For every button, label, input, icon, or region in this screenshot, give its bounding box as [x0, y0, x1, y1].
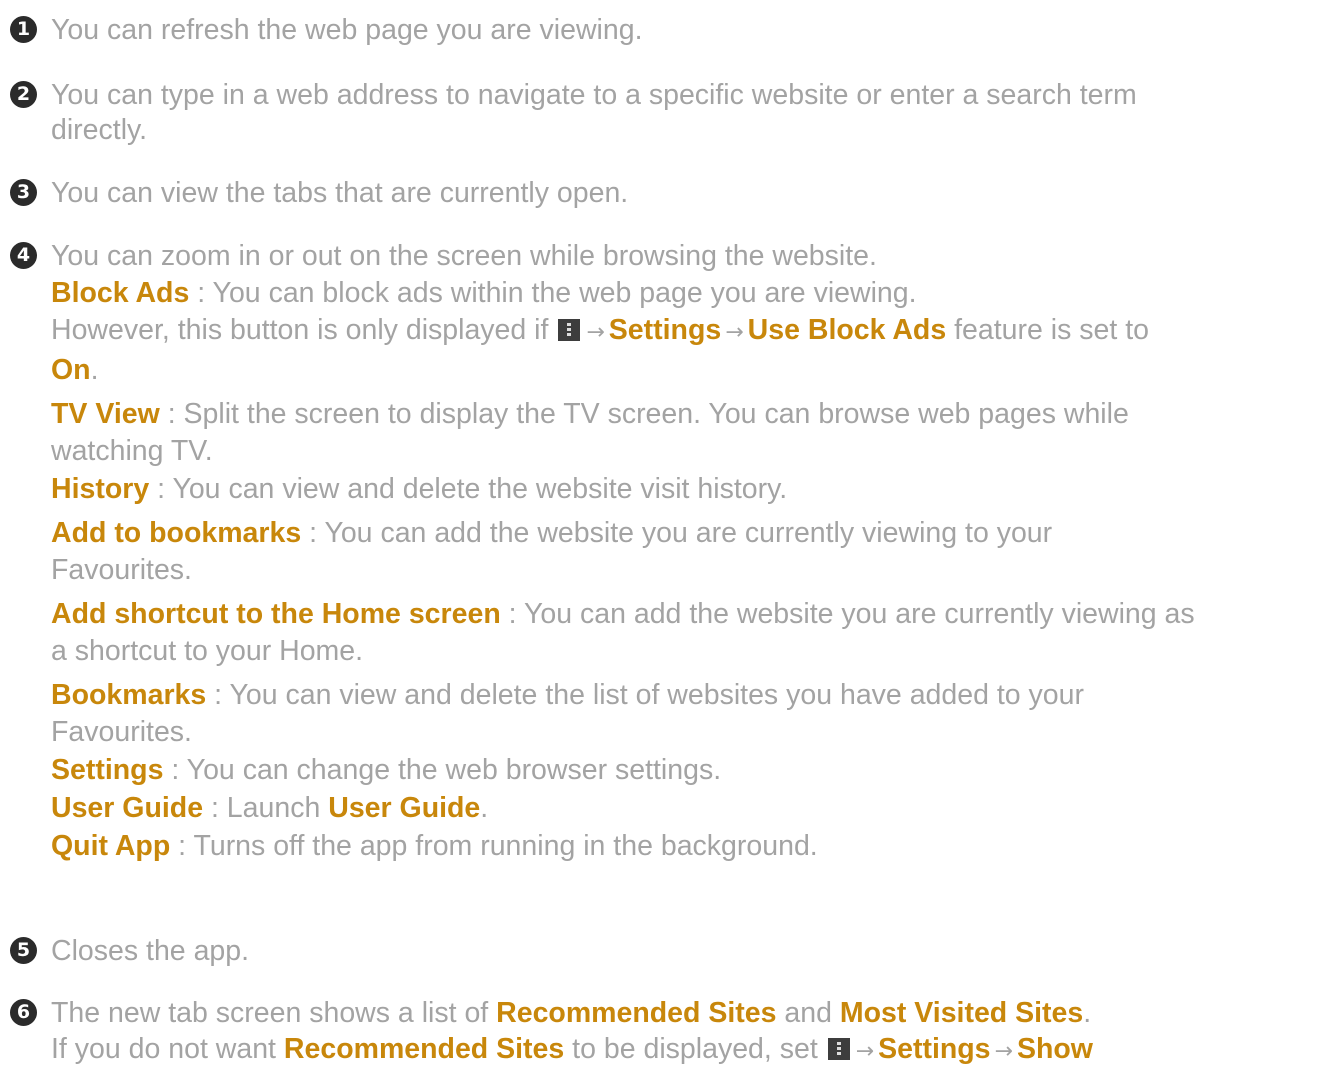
add-shortcut-desc-line2: a shortcut to your Home.	[51, 635, 364, 667]
add-shortcut-entry: Add shortcut to the Home screen : You ca…	[51, 598, 1337, 630]
number-badge-2: 2	[10, 81, 37, 108]
number-badge-5: 5	[10, 937, 37, 964]
block-ads-note: However, this button is only displayed i…	[51, 314, 1337, 349]
user-guide-label: User Guide	[51, 792, 204, 824]
number-badge-6: 6	[10, 999, 37, 1026]
add-bookmarks-desc-line1: : You can add the website you are curren…	[301, 517, 1053, 549]
most-visited-sites-ref: Most Visited Sites	[839, 997, 1084, 1029]
arrow-right-icon: →	[725, 320, 744, 345]
block-ads-note-mid: feature is set to	[946, 314, 1149, 346]
item-1-text: You can refresh the web page you are vie…	[51, 14, 643, 46]
settings-label: Settings	[51, 754, 164, 786]
user-guide-entry: User Guide : Launch User Guide.	[51, 792, 1337, 824]
item-6-line1: The new tab screen shows a list of Recom…	[51, 997, 1337, 1029]
settings-desc: : You can change the web browser setting…	[163, 754, 722, 786]
list-item-5: 5 Closes the app.	[10, 935, 1337, 967]
settings-entry: Settings : You can change the web browse…	[51, 754, 1337, 786]
recommended-sites-ref: Recommended Sites	[496, 997, 777, 1029]
arrow-right-icon: →	[586, 320, 605, 345]
period: .	[90, 354, 99, 386]
history-label: History	[51, 473, 150, 505]
history-entry: History : You can view and delete the we…	[51, 473, 1337, 505]
number-badge-4: 4	[10, 242, 37, 269]
item-4-text: You can zoom in or out on the screen whi…	[51, 240, 877, 272]
menu-dots-icon	[558, 319, 581, 341]
bookmarks-entry: Bookmarks : You can view and delete the …	[51, 679, 1337, 711]
show-ref: Show	[1016, 1033, 1093, 1065]
user-guide-desc: : Launch	[203, 792, 329, 824]
add-shortcut-desc-line1: : You can add the website you are curren…	[500, 598, 1195, 630]
tv-view-desc-line1: : Split the screen to display the TV scr…	[159, 398, 1129, 430]
use-block-ads-ref: Use Block Ads	[747, 314, 947, 346]
list-item-2: 2 You can type in a web address to navig…	[10, 79, 1337, 146]
item-6-prefix: The new tab screen shows a list of	[51, 997, 497, 1029]
list-item-4: 4 You can zoom in or out on the screen w…	[10, 240, 1337, 862]
add-bookmarks-desc-line2: Favourites.	[51, 554, 192, 586]
period: .	[480, 792, 489, 824]
user-guide-ref: User Guide	[328, 792, 481, 824]
block-ads-entry: Block Ads : You can block ads within the…	[51, 277, 1337, 309]
tv-view-entry: TV View : Split the screen to display th…	[51, 398, 1337, 430]
list-item-1: 1 You can refresh the web page you are v…	[10, 14, 1337, 46]
bookmarks-label: Bookmarks	[51, 679, 207, 711]
block-ads-on-line: On.	[51, 354, 1337, 386]
block-ads-note-prefix: However, this button is only displayed i…	[51, 314, 557, 346]
period: .	[1083, 997, 1092, 1029]
bookmarks-desc-line1: : You can view and delete the list of we…	[206, 679, 1084, 711]
tv-view-desc-line2: watching TV.	[51, 435, 213, 467]
add-bookmarks-label: Add to bookmarks	[51, 517, 302, 549]
item-3-text: You can view the tabs that are currently…	[51, 177, 629, 209]
settings-ref: Settings	[608, 314, 722, 346]
history-desc: : You can view and delete the website vi…	[149, 473, 788, 505]
item-5-text: Closes the app.	[51, 935, 250, 967]
menu-dots-icon	[827, 1038, 850, 1060]
add-shortcut-label: Add shortcut to the Home screen	[51, 598, 501, 630]
settings-ref-2: Settings	[878, 1033, 991, 1065]
list-item-6: 6 The new tab screen shows a list of Rec…	[10, 997, 1337, 1068]
item-6-line2: If you do not want Recommended Sites to …	[51, 1033, 1337, 1068]
quit-app-entry: Quit App : Turns off the app from runnin…	[51, 830, 1337, 862]
number-badge-1: 1	[10, 16, 37, 43]
item-6-line2-prefix: If you do not want	[51, 1033, 284, 1065]
block-ads-desc: : You can block ads within the web page …	[189, 277, 917, 309]
block-ads-label: Block Ads	[51, 277, 190, 309]
arrow-right-icon: →	[994, 1039, 1013, 1064]
tv-view-label: TV View	[51, 398, 160, 430]
number-badge-3: 3	[10, 179, 37, 206]
arrow-right-icon: →	[855, 1039, 875, 1064]
bookmarks-desc-line2: Favourites.	[51, 716, 192, 748]
on-ref: On	[51, 354, 91, 386]
item-2-text-line2: directly.	[51, 114, 148, 146]
item-6-and: and	[776, 997, 840, 1029]
add-bookmarks-entry: Add to bookmarks : You can add the websi…	[51, 517, 1337, 549]
item-2-text-line1: You can type in a web address to navigat…	[51, 79, 1137, 111]
quit-app-label: Quit App	[51, 830, 171, 862]
recommended-sites-ref-2: Recommended Sites	[283, 1033, 565, 1065]
item-6-line2-mid: to be displayed, set	[564, 1033, 826, 1065]
list-item-3: 3 You can view the tabs that are current…	[10, 177, 1337, 209]
quit-app-desc: : Turns off the app from running in the …	[170, 830, 818, 862]
